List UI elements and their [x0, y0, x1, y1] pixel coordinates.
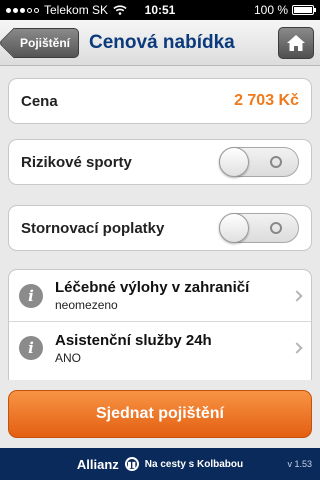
- list-item-text: Léčebné výlohy v zahraničí neomezeno: [55, 279, 285, 312]
- list-item-subtitle: neomezeno: [55, 298, 118, 312]
- battery-percent: 100 %: [253, 3, 288, 17]
- carrier-name: Telekom SK: [44, 3, 109, 17]
- info-icon: i: [19, 336, 43, 360]
- coverage-list: i Léčebné výlohy v zahraničí neomezeno i…: [8, 269, 312, 380]
- list-item-subtitle: ANO: [55, 350, 82, 365]
- info-icon: i: [19, 283, 43, 308]
- list-item-title: Léčebné výlohy v zahraničí: [55, 279, 250, 296]
- footer-tagline: Na cesty s Kolbabou: [144, 458, 244, 470]
- list-item-title: Asistenční služby 24h: [55, 331, 212, 349]
- battery-icon: [292, 5, 316, 15]
- action-area: Sjednat pojištění: [0, 382, 320, 448]
- chevron-right-icon: [291, 289, 303, 302]
- price-card: Cena 2 703 Kč: [8, 78, 312, 124]
- signal-icon: [6, 7, 39, 13]
- footer-bar: Allianz ▮▮ Na cesty s Kolbabou v 1.53: [0, 448, 320, 480]
- wifi-icon: [113, 5, 127, 15]
- arrange-insurance-button[interactable]: Sjednat pojištění: [8, 390, 312, 438]
- cancellation-fees-card: Stornovací poplatky: [8, 205, 312, 251]
- list-item-text: Asistenční služby 24h ANO: [55, 332, 285, 365]
- status-bar: Telekom SK 10:51 100 %: [0, 0, 320, 20]
- cancellation-fees-toggle[interactable]: [219, 213, 299, 243]
- home-button[interactable]: [278, 26, 314, 59]
- price-label: Cena: [21, 92, 58, 110]
- status-left: Telekom SK: [6, 3, 254, 17]
- list-item-assistance[interactable]: i Asistenční služby 24h ANO: [9, 322, 311, 374]
- toggle-off-icon: [270, 222, 282, 234]
- risk-sports-label: Rizikové sporty: [21, 153, 132, 171]
- back-button[interactable]: Pojištění: [14, 27, 80, 58]
- cancellation-fees-row: Stornovací poplatky: [9, 206, 311, 250]
- price-row: Cena 2 703 Kč: [9, 79, 311, 123]
- navigation-bar: Pojištění Cenová nabídka: [0, 20, 320, 66]
- toggle-knob: [219, 213, 249, 243]
- price-value: 2 703 Kč: [234, 92, 299, 109]
- chevron-right-icon: [291, 342, 303, 354]
- status-right: 100 %: [253, 3, 316, 17]
- list-item-medical-expenses[interactable]: i Léčebné výlohy v zahraničí neomezeno: [9, 270, 311, 322]
- risk-sports-toggle[interactable]: [219, 147, 299, 177]
- cancellation-fees-label: Stornovací poplatky: [21, 219, 165, 237]
- toggle-knob: [219, 147, 249, 177]
- page-title: Cenová nabídka: [89, 31, 235, 53]
- allianz-logo-icon: ▮▮: [124, 457, 139, 471]
- risk-sports-row: Rizikové sporty: [9, 140, 311, 184]
- app-version: v 1.53: [287, 459, 312, 469]
- home-icon: [287, 34, 305, 51]
- back-button-label: Pojištění: [20, 35, 71, 50]
- scroll-content[interactable]: Cena 2 703 Kč Rizikové sporty Stornovací…: [0, 67, 320, 380]
- toggle-off-icon: [270, 156, 282, 168]
- risk-sports-card: Rizikové sporty: [8, 139, 312, 185]
- brand-name: Allianz: [76, 456, 119, 472]
